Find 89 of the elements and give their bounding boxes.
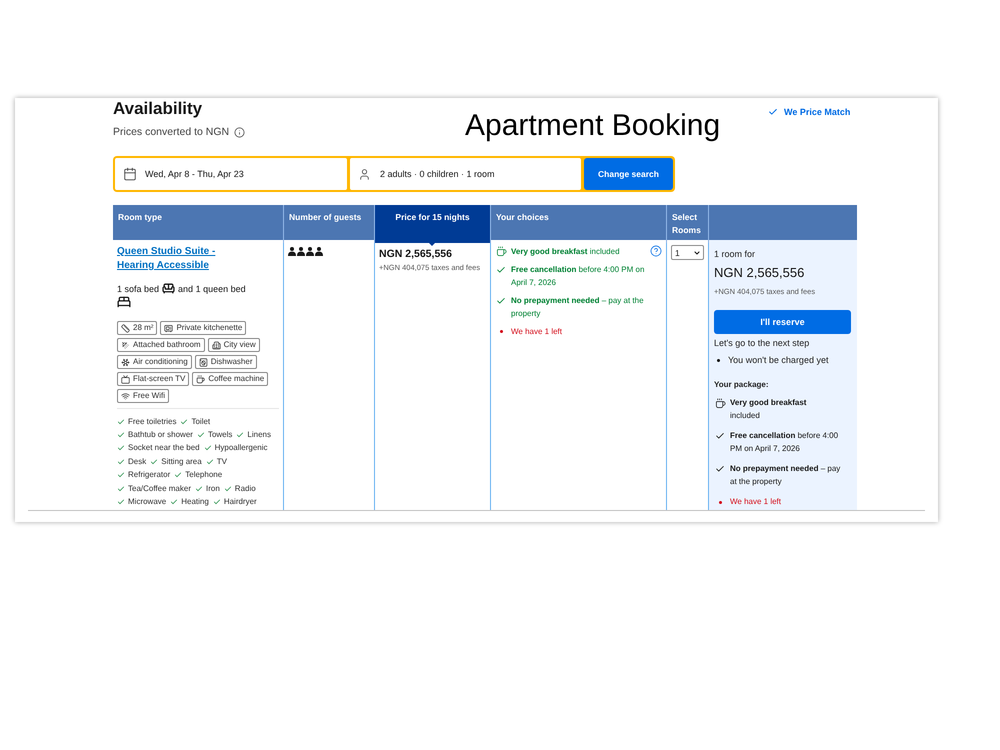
facility-text: City view — [224, 340, 256, 350]
price-match-link[interactable]: We Price Match — [768, 106, 850, 118]
snowflake-icon — [121, 358, 130, 366]
amenity-text: Refrigerator — [128, 470, 170, 480]
room-name-link[interactable]: Queen Studio Suite - Hearing Accessible — [117, 245, 229, 273]
column-header: Your choices — [490, 205, 666, 243]
bullet-icon — [717, 358, 720, 362]
check-icon — [150, 458, 158, 466]
check-icon — [496, 296, 506, 306]
rooms-select[interactable]: 1 — [671, 245, 704, 260]
building-icon — [212, 340, 221, 350]
washing-machine-icon — [198, 358, 208, 366]
note-text: You won't be charged yet — [728, 354, 828, 366]
date-field[interactable]: Wed, Apr 8 - Thu, Apr 23 — [115, 158, 347, 190]
coffee-cup-icon — [196, 374, 206, 384]
amenity-text: Radio — [234, 484, 256, 494]
reserve-button[interactable]: I'll reserve — [714, 310, 851, 334]
facility-text: Free Wifi — [133, 391, 165, 401]
amenity-text: Sitting area — [161, 456, 202, 467]
room-count-text: 1 room for — [714, 248, 756, 260]
perk-text: Very good breakfast included — [511, 246, 621, 258]
facility-text: Attached bathroom — [133, 340, 201, 350]
check-icon — [715, 431, 725, 442]
tv-icon — [121, 374, 130, 384]
perk-text: No prepayment needed – pay at the property — [730, 463, 842, 488]
perk-text: Free cancellation before 4:00 PM on April 7, 2026 — [511, 264, 646, 289]
bed-icon — [117, 295, 131, 309]
check-icon — [496, 264, 506, 274]
amenity-text: Socket near the bed — [128, 443, 200, 454]
perk-text: No prepayment needed – pay at the property — [511, 295, 645, 320]
amenity-text: Free toiletries — [128, 416, 176, 427]
next-step-text: Let's go to the next step — [714, 337, 810, 349]
amenity-text: Iron — [206, 484, 220, 494]
column-header: Room type — [117, 211, 163, 224]
coffee-cup-icon — [714, 398, 726, 409]
amenity-text: TV — [216, 456, 227, 467]
shower-icon — [121, 340, 130, 350]
amenity-text: Telephone — [185, 470, 222, 480]
check-icon — [195, 484, 203, 493]
check-icon — [768, 107, 778, 117]
amenity-text: Desk — [128, 456, 146, 467]
amenity-text: Bathtub or shower — [128, 430, 193, 440]
check-icon — [174, 471, 182, 480]
column-header: Price for 15 nights — [374, 205, 490, 243]
change-search-button[interactable]: Change search — [584, 158, 673, 190]
facility-text: Air conditioning — [133, 357, 188, 367]
facility-text: Dishwasher — [210, 357, 252, 367]
info-icon[interactable] — [234, 126, 246, 138]
perk-text: We have 1 left — [730, 496, 782, 508]
amenity-text: Toilet — [191, 416, 210, 427]
bed-text: 1 sofa bed — [117, 282, 160, 294]
dot-icon — [500, 330, 502, 333]
amenity-text: Towels — [208, 430, 232, 440]
microwave-icon — [164, 324, 174, 332]
perk-text: We have 1 left — [511, 326, 563, 338]
amenity-text: Hypoallergenic — [214, 443, 268, 454]
check-icon — [715, 464, 725, 474]
guests-field[interactable]: 2 adults · 0 children · 1 room — [350, 158, 581, 190]
amenity-text: Linens — [247, 430, 271, 440]
ruler-icon — [121, 324, 130, 332]
currency-note: Prices converted to NGN — [113, 126, 230, 138]
facility-text: Private kitchenette — [176, 323, 242, 333]
perk-text: Very good breakfast included — [730, 397, 808, 422]
amenity-text: Heating — [181, 497, 209, 508]
bed-text: and 1 queen bed — [178, 282, 246, 294]
amenity-text: Microwave — [128, 497, 166, 508]
chevron-down-icon — [693, 248, 701, 256]
perk-text: Free cancellation before 4:00 PM on April 7, 2026 — [730, 430, 840, 455]
calendar-icon — [123, 167, 137, 181]
check-icon — [236, 431, 244, 440]
column-header: Select Rooms — [666, 205, 708, 243]
facility-text: Coffee machine — [208, 374, 264, 384]
section-heading: Availability — [113, 99, 202, 119]
wifi-icon — [121, 392, 130, 400]
room-price: NGN 2,565,556 — [379, 248, 453, 261]
facility-text: 28 m² — [133, 323, 154, 333]
page-title: Apartment Booking — [465, 109, 722, 144]
person-icon — [358, 168, 371, 180]
package-heading: Your package: — [714, 379, 769, 390]
total-price: NGN 2,565,556 — [714, 265, 804, 281]
dot-icon — [718, 500, 722, 504]
amenity-text: Tea/Coffee maker — [128, 484, 191, 494]
amenity-text: Hairdryer — [224, 497, 257, 508]
coffee-cup-icon — [496, 246, 506, 257]
help-icon[interactable] — [650, 245, 662, 257]
check-icon — [170, 498, 178, 506]
sofa-icon — [162, 282, 176, 295]
facility-text: Flat-screen TV — [133, 374, 186, 384]
pointer-icon — [426, 240, 438, 246]
